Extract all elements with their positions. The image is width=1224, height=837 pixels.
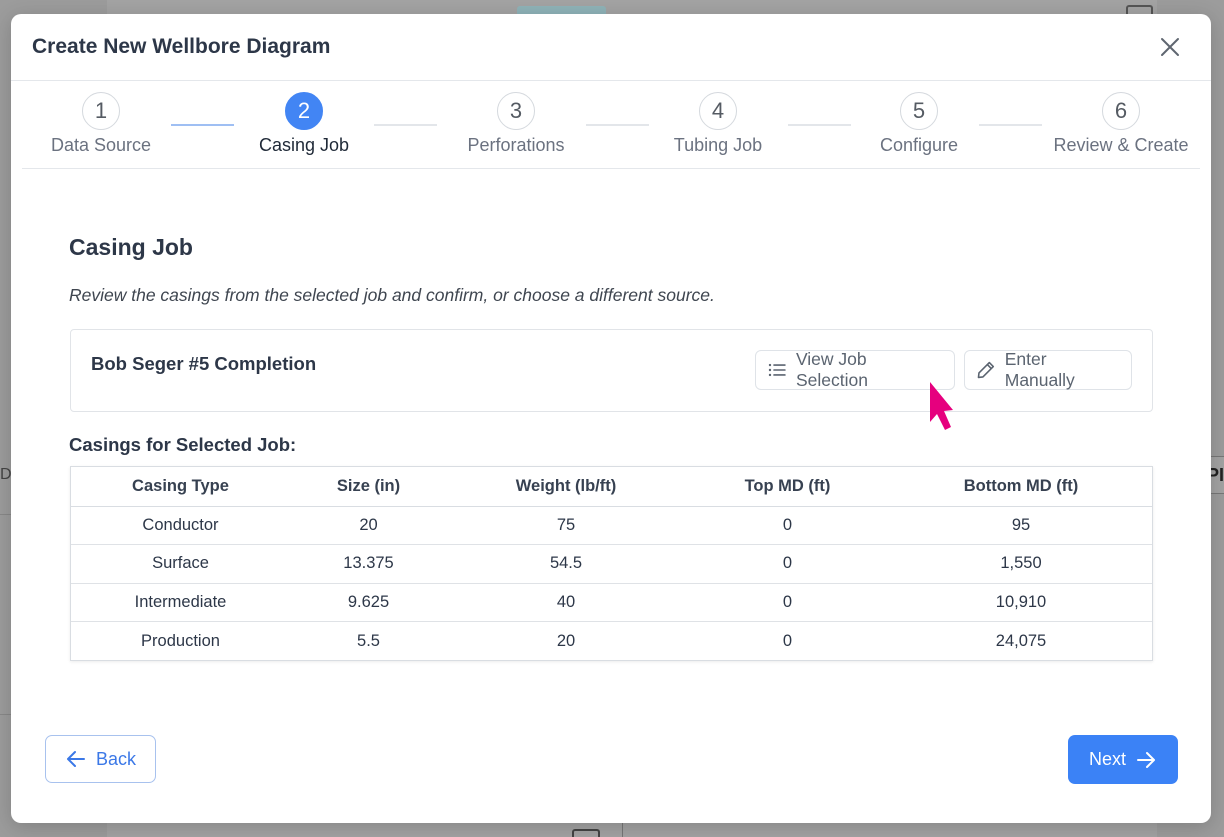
modal-title: Create New Wellbore Diagram bbox=[32, 35, 331, 58]
step-connector bbox=[374, 124, 437, 126]
mouse-cursor-icon bbox=[930, 382, 953, 430]
column-header: Top MD (ft) bbox=[685, 467, 890, 507]
background-divider bbox=[622, 823, 623, 837]
table-cell: Production bbox=[141, 631, 220, 650]
table-cell: 0 bbox=[685, 544, 890, 584]
create-wellbore-modal: Create New Wellbore Diagram 1 Data Sourc… bbox=[11, 14, 1211, 823]
column-header: Size (in) bbox=[290, 467, 447, 507]
table-cell: Conductor bbox=[71, 506, 290, 545]
list-icon bbox=[768, 363, 786, 377]
pencil-icon bbox=[977, 361, 995, 379]
table-cell: 54.5 bbox=[447, 544, 685, 584]
close-button[interactable] bbox=[1156, 33, 1184, 61]
step-configure[interactable]: 5 Configure bbox=[859, 92, 979, 156]
step-label: Data Source bbox=[50, 135, 152, 155]
table-row: Surface 13.375 54.5 0 1,550 bbox=[71, 544, 1152, 584]
column-header: Bottom MD (ft) bbox=[890, 467, 1152, 507]
arrow-right-icon bbox=[1137, 751, 1155, 768]
table-row: Production 5.5 20 0 24,075 bbox=[71, 622, 1152, 661]
step-number: 4 bbox=[699, 92, 737, 130]
casings-title: Casings for Selected Job: bbox=[69, 434, 297, 455]
arrow-left-icon bbox=[66, 751, 85, 767]
table-cell: 20 bbox=[556, 631, 576, 650]
enter-manually-button[interactable]: Enter Manually bbox=[964, 349, 1132, 390]
background-text: D bbox=[0, 466, 12, 483]
table-cell: 40 bbox=[447, 583, 685, 622]
background-checkbox bbox=[572, 829, 600, 837]
step-number: 5 bbox=[900, 92, 938, 130]
step-number: 2 bbox=[285, 92, 323, 130]
casings-table: Casing Type Size (in) Weight (lb/ft) Top… bbox=[70, 466, 1153, 661]
background-divider bbox=[0, 514, 11, 515]
step-number: 6 bbox=[1102, 92, 1140, 130]
next-label: Next bbox=[1088, 749, 1126, 769]
step-connector bbox=[586, 124, 649, 126]
step-data-source[interactable]: 1 Data Source bbox=[41, 92, 161, 156]
step-label: Casing Job bbox=[258, 135, 350, 155]
table-cell: 20 bbox=[290, 506, 447, 545]
step-tubing-job[interactable]: 4 Tubing Job bbox=[658, 92, 778, 156]
step-number: 3 bbox=[497, 92, 535, 130]
column-header: Weight (lb/ft) bbox=[447, 467, 685, 507]
back-button[interactable]: Back bbox=[45, 735, 156, 783]
table-row: Conductor 20 75 0 95 bbox=[71, 506, 1152, 545]
table-row: Intermediate 9.625 40 0 10,910 bbox=[71, 583, 1152, 622]
enter-manually-label: Enter Manually bbox=[1004, 349, 1075, 390]
table-cell: 0 bbox=[685, 506, 890, 545]
table-cell: 0 bbox=[685, 583, 890, 622]
wizard-stepper: 1 Data Source 2 Casing Job 3 Perforation… bbox=[22, 81, 1200, 169]
step-label: Review & Create bbox=[1053, 135, 1189, 155]
table-cell: Surface bbox=[71, 544, 290, 584]
modal-header: Create New Wellbore Diagram bbox=[11, 14, 1211, 81]
table-cell: 75 bbox=[447, 506, 685, 545]
back-label: Back bbox=[95, 748, 137, 769]
step-label: Tubing Job bbox=[673, 135, 763, 155]
table-cell: 9.625 bbox=[290, 583, 447, 622]
step-connector bbox=[979, 124, 1042, 126]
table-cell: 13.375 bbox=[290, 544, 447, 584]
selected-job-card: Bob Seger #5 Completion View Job Selecti… bbox=[70, 329, 1153, 412]
step-label: Perforations bbox=[467, 135, 565, 155]
table-cell: 24,075 bbox=[995, 631, 1047, 650]
section-description: Review the casings from the selected job… bbox=[69, 285, 715, 305]
next-button[interactable]: Next bbox=[1068, 735, 1178, 784]
table-cell: 10,910 bbox=[890, 583, 1152, 622]
step-connector bbox=[171, 124, 234, 126]
table-cell: 5.5 bbox=[357, 631, 380, 650]
table-cell: 95 bbox=[890, 506, 1152, 545]
job-name: Bob Seger #5 Completion bbox=[91, 353, 317, 374]
step-number: 1 bbox=[82, 92, 120, 130]
step-casing-job[interactable]: 2 Casing Job bbox=[244, 92, 364, 156]
background-divider bbox=[0, 714, 11, 715]
column-header: Casing Type bbox=[71, 467, 290, 507]
table-header-row: Casing Type Size (in) Weight (lb/ft) Top… bbox=[71, 467, 1152, 507]
step-review-create[interactable]: 6 Review & Create bbox=[1051, 92, 1191, 156]
section-title: Casing Job bbox=[69, 234, 193, 260]
step-perforations[interactable]: 3 Perforations bbox=[446, 92, 586, 156]
table-cell: 0 bbox=[782, 631, 793, 650]
table-cell: Intermediate bbox=[71, 583, 290, 622]
close-icon bbox=[1161, 38, 1179, 56]
table-cell: 1,550 bbox=[890, 544, 1152, 584]
step-label: Configure bbox=[879, 135, 959, 155]
step-connector bbox=[788, 124, 851, 126]
